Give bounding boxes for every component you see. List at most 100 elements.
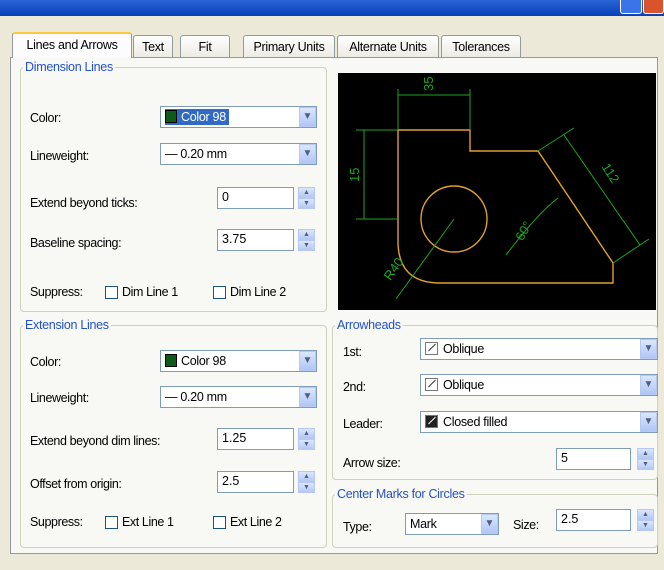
tab-text[interactable]: Text xyxy=(133,35,173,57)
color-swatch-icon xyxy=(165,110,177,123)
dim-left-text: 15 xyxy=(347,168,362,182)
spin-down-icon[interactable]: ▼ xyxy=(637,459,654,470)
offset-input[interactable]: 2.5 xyxy=(217,471,294,493)
dim-color-select[interactable]: Color 98 ▼ xyxy=(160,106,317,128)
leader-value: Closed filled xyxy=(425,414,510,430)
color-swatch-icon xyxy=(165,354,177,367)
arrow-first-select[interactable]: Oblique ▼ xyxy=(420,338,658,360)
baseline-spinner[interactable]: ▲ ▼ xyxy=(298,229,315,251)
preview-canvas: 35 15 112 60° R40 xyxy=(338,73,656,310)
dim-radius-text: R40 xyxy=(381,255,407,283)
ext-line2-checkbox[interactable] xyxy=(213,516,226,529)
center-size-input[interactable]: 2.5 xyxy=(556,509,631,531)
chevron-down-icon[interactable]: ▼ xyxy=(640,375,657,395)
chevron-down-icon[interactable]: ▼ xyxy=(299,107,316,127)
dim-extend-input[interactable]: 0 xyxy=(217,187,294,209)
chevron-down-icon[interactable]: ▼ xyxy=(640,412,657,432)
baseline-label: Baseline spacing: xyxy=(30,236,122,250)
arrow-size-spinner[interactable]: ▲ ▼ xyxy=(637,448,654,470)
leader-label: Leader: xyxy=(343,417,383,431)
leader-select[interactable]: Closed filled ▼ xyxy=(420,411,658,433)
leader-text: Closed filled xyxy=(443,415,508,429)
tab-alternate-units[interactable]: Alternate Units xyxy=(337,35,439,57)
title-bar xyxy=(0,0,664,16)
spin-up-icon[interactable]: ▲ xyxy=(298,428,315,439)
dimension-lines-title: Dimension Lines xyxy=(25,60,113,74)
tab-primary-units[interactable]: Primary Units xyxy=(243,35,335,57)
center-type-select[interactable]: Mark ▼ xyxy=(405,513,499,535)
arrow-size-label: Arrow size: xyxy=(343,456,401,470)
tab-lines-and-arrows[interactable]: Lines and Arrows xyxy=(12,32,132,58)
spin-up-icon[interactable]: ▲ xyxy=(637,509,654,520)
arrowheads-title: Arrowheads xyxy=(337,318,401,332)
arrow-size-input[interactable]: 5 xyxy=(556,448,631,470)
ext-line1-checkbox[interactable] xyxy=(105,516,118,529)
preview-drawing: 35 15 112 60° R40 xyxy=(347,77,650,300)
ext-color-text: Color 98 xyxy=(181,354,226,368)
chevron-down-icon[interactable]: ▼ xyxy=(481,514,498,534)
arrow-second-label: 2nd: xyxy=(343,380,366,394)
spin-down-icon[interactable]: ▼ xyxy=(298,240,315,251)
geometry xyxy=(397,129,614,284)
dim-color-text: Color 98 xyxy=(181,110,226,124)
extension-lines-title: Extension Lines xyxy=(25,318,109,332)
spin-down-icon[interactable]: ▼ xyxy=(637,520,654,531)
center-type-value: Mark xyxy=(410,517,437,531)
dim-extend-label: Extend beyond ticks: xyxy=(30,196,138,210)
ext-suppress-label: Suppress: xyxy=(30,515,83,529)
arrow-second-select[interactable]: Oblique ▼ xyxy=(420,374,658,396)
spin-up-icon[interactable]: ▲ xyxy=(298,229,315,240)
ext-lineweight-value: — 0.20 mm xyxy=(165,390,227,404)
center-size-label: Size: xyxy=(513,518,539,532)
dim-right-text: 112 xyxy=(599,160,623,186)
dim-lineweight-label: Lineweight: xyxy=(30,149,89,163)
dim-top-text: 35 xyxy=(421,77,436,91)
dim-line2-checkbox[interactable] xyxy=(213,286,226,299)
dim-line2-label: Dim Line 2 xyxy=(230,285,286,299)
ext-extend-spinner[interactable]: ▲ ▼ xyxy=(298,428,315,450)
dim-color-label: Color: xyxy=(30,111,61,125)
chevron-down-icon[interactable]: ▼ xyxy=(299,351,316,371)
dimension-lines-group: Dimension Lines xyxy=(20,60,327,312)
dim-extend-spinner[interactable]: ▲ ▼ xyxy=(298,187,315,209)
spin-up-icon[interactable]: ▲ xyxy=(298,187,315,198)
center-type-label: Type: xyxy=(343,520,372,534)
spin-down-icon[interactable]: ▼ xyxy=(298,439,315,450)
ext-lineweight-select[interactable]: — 0.20 mm ▼ xyxy=(160,386,317,408)
part-outline xyxy=(397,129,614,284)
arrow-second-text: Oblique xyxy=(443,378,484,392)
spin-up-icon[interactable]: ▲ xyxy=(637,448,654,459)
ext-color-select[interactable]: Color 98 ▼ xyxy=(160,350,317,372)
baseline-input[interactable]: 3.75 xyxy=(217,229,294,251)
close-button[interactable] xyxy=(643,0,664,14)
offset-spinner[interactable]: ▲ ▼ xyxy=(298,471,315,493)
oblique-icon xyxy=(425,342,438,355)
help-button[interactable] xyxy=(620,0,642,14)
chevron-down-icon[interactable]: ▼ xyxy=(640,339,657,359)
ext-extend-input[interactable]: 1.25 xyxy=(217,428,294,450)
arrow-first-text: Oblique xyxy=(443,342,484,356)
spin-down-icon[interactable]: ▼ xyxy=(298,198,315,209)
ext-color-label: Color: xyxy=(30,355,61,369)
spin-up-icon[interactable]: ▲ xyxy=(298,471,315,482)
tab-tolerances[interactable]: Tolerances xyxy=(441,35,521,57)
chevron-down-icon[interactable]: ▼ xyxy=(299,144,316,164)
dim-line1-checkbox[interactable] xyxy=(105,286,118,299)
dim-color-value: Color 98 xyxy=(165,109,229,125)
spin-down-icon[interactable]: ▼ xyxy=(298,482,315,493)
ext-lineweight-label: Lineweight: xyxy=(30,391,89,405)
arrow-first-value: Oblique xyxy=(425,341,487,357)
dim-angle-text: 60° xyxy=(512,219,535,244)
oblique-icon xyxy=(425,378,438,391)
dim-line1-label: Dim Line 1 xyxy=(122,285,178,299)
dim-lineweight-value: — 0.20 mm xyxy=(165,147,227,161)
ext-color-value: Color 98 xyxy=(165,353,229,369)
dim-lineweight-select[interactable]: — 0.20 mm ▼ xyxy=(160,143,317,165)
center-size-spinner[interactable]: ▲ ▼ xyxy=(637,509,654,531)
chevron-down-icon[interactable]: ▼ xyxy=(299,387,316,407)
center-marks-title: Center Marks for Circles xyxy=(337,487,465,501)
offset-label: Offset from origin: xyxy=(30,477,122,491)
tab-fit[interactable]: Fit xyxy=(180,35,230,57)
dim-suppress-label: Suppress: xyxy=(30,285,83,299)
ext-line1-label: Ext Line 1 xyxy=(122,515,174,529)
